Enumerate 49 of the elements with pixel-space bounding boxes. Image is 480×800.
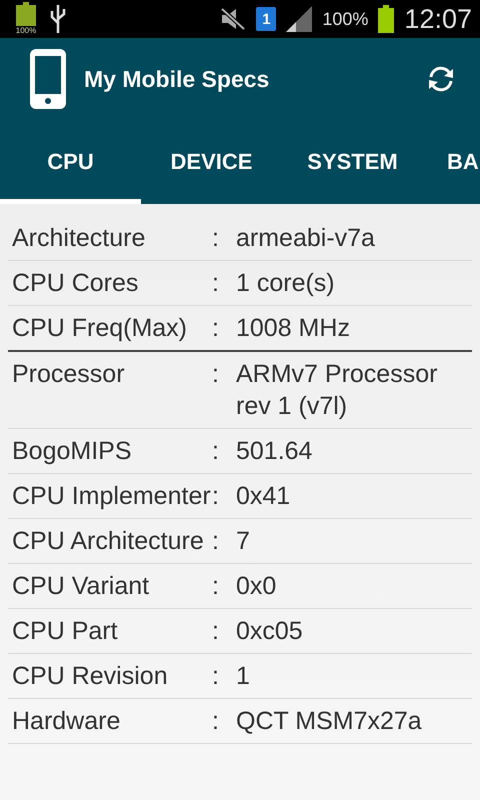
tab[interactable]: DEVICE bbox=[141, 120, 282, 204]
spec-label: Architecture bbox=[12, 223, 146, 254]
spec-value: ARMv7 Processor rev 1 (v7l) bbox=[236, 359, 438, 422]
spec-label: CPU Cores bbox=[12, 268, 140, 299]
battery-percent: 100% bbox=[322, 8, 368, 30]
clock: 12:07 bbox=[404, 4, 472, 34]
spec-label: Hardware bbox=[12, 706, 122, 737]
separator: : bbox=[212, 268, 220, 299]
spec-value: armeabi-v7a bbox=[236, 223, 376, 254]
spec-value: 0x0 bbox=[236, 571, 278, 602]
separator: : bbox=[212, 706, 220, 737]
spec-label: CPU Revision bbox=[12, 661, 169, 692]
usb-icon bbox=[50, 5, 66, 33]
spec-value: 0xc05 bbox=[236, 616, 304, 647]
notification-badge: 1 bbox=[256, 7, 276, 31]
spec-value: 501.64 bbox=[236, 436, 314, 467]
spec-value: 7 bbox=[236, 526, 251, 557]
spec-value: QCT MSM7x27a bbox=[236, 706, 423, 737]
battery-icon bbox=[378, 5, 394, 33]
mute-icon bbox=[220, 7, 246, 31]
refresh-icon[interactable] bbox=[426, 65, 456, 93]
separator: : bbox=[212, 616, 220, 647]
separator: : bbox=[212, 359, 220, 390]
separator: : bbox=[212, 313, 220, 344]
spec-value: 1008 MHz bbox=[236, 313, 351, 344]
spec-label: CPU Variant bbox=[12, 571, 150, 602]
battery-icon bbox=[16, 2, 36, 26]
tab[interactable]: BA bbox=[423, 120, 480, 204]
signal-icon bbox=[286, 6, 312, 32]
spec-label: CPU Architecture bbox=[12, 526, 205, 557]
spec-value: 0x41 bbox=[236, 481, 292, 512]
spec-label: CPU Implementer bbox=[12, 481, 212, 512]
separator: : bbox=[212, 436, 220, 467]
spec-label: CPU Freq(Max) bbox=[12, 313, 188, 344]
separator: : bbox=[212, 661, 220, 692]
app-title: My Mobile Specs bbox=[84, 66, 270, 92]
spec-value: 1 bbox=[236, 661, 251, 692]
tab[interactable]: SYSTEM bbox=[282, 120, 423, 204]
spec-label: Processor bbox=[12, 359, 126, 390]
separator: : bbox=[212, 223, 220, 254]
separator: : bbox=[212, 526, 220, 557]
separator: : bbox=[212, 481, 220, 512]
spec-value: 1 core(s) bbox=[236, 268, 336, 299]
spec-label: BogoMIPS bbox=[12, 436, 133, 467]
spec-label: CPU Part bbox=[12, 616, 119, 647]
separator: : bbox=[212, 571, 220, 602]
battery-label: 100% bbox=[16, 26, 36, 35]
phone-icon bbox=[30, 49, 66, 109]
tab[interactable]: CPU bbox=[0, 120, 141, 204]
